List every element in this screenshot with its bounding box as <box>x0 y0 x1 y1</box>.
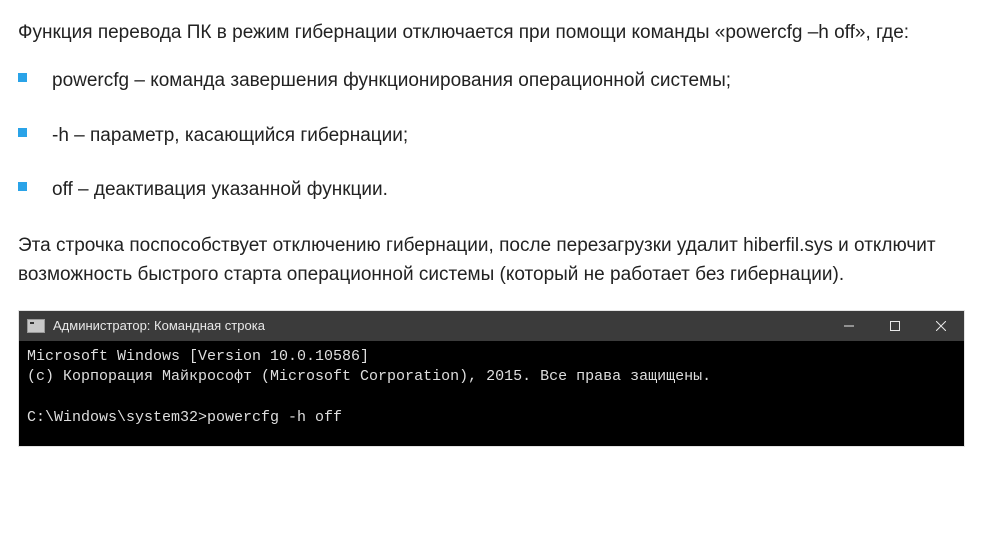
intro-paragraph: Функция перевода ПК в режим гибернации о… <box>18 18 965 47</box>
terminal-line: C:\Windows\system32>powercfg -h off <box>27 409 342 426</box>
list-item: -h – параметр, касающийся гибернации; <box>18 122 965 151</box>
bullet-list: powercfg – команда завершения функционир… <box>18 67 965 205</box>
terminal-output: Microsoft Windows [Version 10.0.10586] (… <box>19 341 964 446</box>
terminal-titlebar: Администратор: Командная строка <box>19 311 964 341</box>
terminal-line: Microsoft Windows [Version 10.0.10586] <box>27 348 369 365</box>
close-icon[interactable] <box>918 311 964 341</box>
list-item: powercfg – команда завершения функционир… <box>18 67 965 96</box>
terminal-window: Администратор: Командная строка Microsof… <box>18 310 965 447</box>
minimize-icon[interactable] <box>826 311 872 341</box>
terminal-title-text: Администратор: Командная строка <box>53 318 265 333</box>
list-item: off – деактивация указанной функции. <box>18 176 965 205</box>
maximize-icon[interactable] <box>872 311 918 341</box>
terminal-line: (c) Корпорация Майкрософт (Microsoft Cor… <box>27 368 711 385</box>
cmd-icon <box>27 319 45 333</box>
outro-paragraph: Эта строчка поспособствует отключению ги… <box>18 231 965 290</box>
